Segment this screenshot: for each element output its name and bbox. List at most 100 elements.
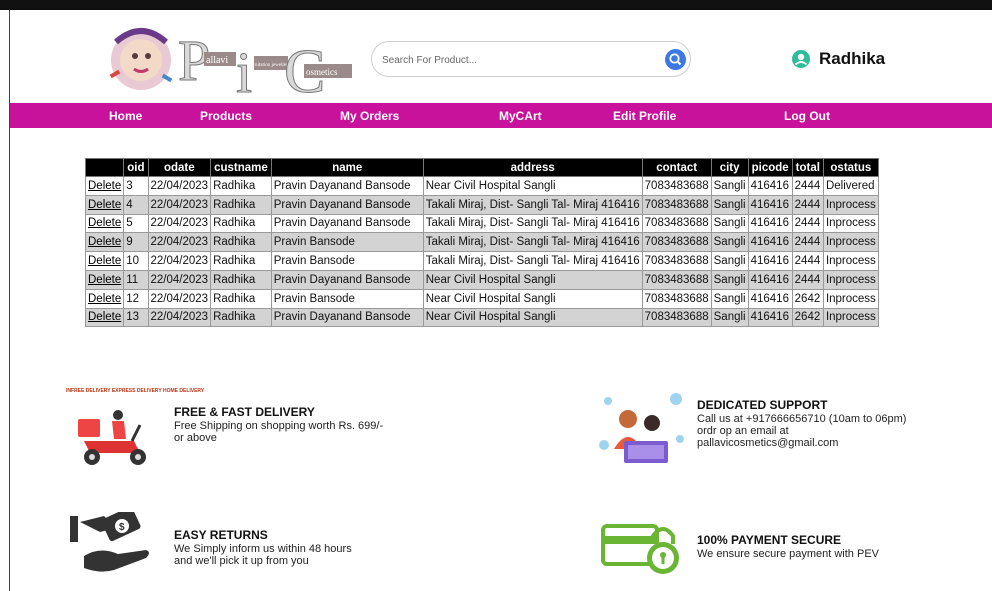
cell-total: 2444 [791,176,824,196]
col-header-custname: custname [210,158,272,177]
cell-city: Sangli [710,213,749,234]
cell-total: 2642 [791,307,824,328]
cell-custname: Radhika [210,269,272,290]
delete-link[interactable]: Delete [88,293,121,305]
cell-city: Sangli [710,269,749,290]
cell-action: Delete [84,194,125,215]
cell-city: Sangli [710,176,749,196]
cell-picode: 416416 [747,307,793,328]
cell-address: Near Civil Hospital Sangli [422,176,643,196]
cell-ostatus: Inprocess [822,232,879,253]
cell-action: Delete [84,176,125,196]
search-bar[interactable] [371,41,691,77]
cell-odate: 22/04/2023 [147,307,212,328]
table-row: Delete 10 22/04/2023 Radhika Pravin Bansode T… [84,251,879,271]
delete-link[interactable]: Delete [88,180,121,192]
col-header-contact: contact [641,158,712,177]
logo-word-allavi: allavi [206,55,228,66]
cell-total: 2642 [791,288,824,309]
logo-word-cosmetics: osmetics [306,67,338,77]
nav-my-orders[interactable]: My Orders [340,109,399,123]
col-header-ostatus: ostatus [822,158,879,177]
cell-total: 2444 [791,194,824,215]
cell-custname: Radhika [210,213,272,234]
money-return-icon: $ [70,512,149,572]
col-header-name: name [270,158,424,177]
cell-contact: 7083483688 [641,176,712,196]
nav-home[interactable]: Home [109,109,142,123]
cell-custname: Radhika [210,232,272,253]
support-agents-icon [599,393,684,463]
cell-oid: 3 [123,176,149,196]
support-text: Call us at +917666656710 (10am to 06pm) … [697,413,907,449]
nav-products[interactable]: Products [200,109,252,123]
cell-odate: 22/04/2023 [147,176,212,196]
cell-name: Pravin Bansode [270,288,424,309]
col-header-total: total [791,158,824,177]
search-button[interactable] [665,49,686,70]
col-header-odate: odate [147,158,212,177]
cell-ostatus: Inprocess [822,213,879,234]
orders-table: oid odate custname name address contact … [84,158,879,328]
returns-text: We Simply inform us within 48 hours and … [174,543,352,567]
cell-total: 2444 [791,251,824,271]
cell-contact: 7083483688 [641,307,712,328]
cell-total: 2444 [791,213,824,234]
user-icon [792,50,810,68]
logo-graphic: P allavi i nitation jewellery C osmetics [109,28,352,107]
cell-contact: 7083483688 [641,288,712,309]
payment-text: We ensure secure payment with PEV [697,548,879,560]
delivery-title: FREE & FAST DELIVERY [174,405,315,419]
col-header-address: address [422,158,643,177]
col-header-city: city [710,158,749,177]
search-input[interactable] [382,50,652,70]
cell-picode: 416416 [747,213,793,234]
cell-action: Delete [84,307,125,328]
cell-picode: 416416 [747,176,793,196]
delete-link[interactable]: Delete [88,274,121,286]
payment-title: 100% PAYMENT SECURE [697,533,842,547]
cell-ostatus: Inprocess [822,251,879,271]
delete-link[interactable]: Delete [88,255,121,267]
cell-ostatus: Delivered [822,176,879,196]
cell-address: Takali Miraj, Dist- Sangli Tal- Miraj 41… [422,251,643,271]
delete-link[interactable]: Delete [88,199,121,211]
cell-oid: 13 [123,307,149,328]
cell-name: Pravin Dayanand Bansode [270,269,424,290]
user-profile[interactable]: Radhika [791,47,885,71]
cell-odate: 22/04/2023 [147,213,212,234]
cell-city: Sangli [710,194,749,215]
cell-action: Delete [84,232,125,253]
nav-my-cart[interactable]: MyCArt [499,109,542,123]
cell-picode: 416416 [747,269,793,290]
table-row: Delete 11 22/04/2023 Radhika Pravin Dayanand… [84,269,879,290]
cell-total: 2444 [791,232,824,253]
cell-name: Pravin Dayanand Bansode [270,194,424,215]
delivery-tag-free: INFREE DELIVERY [66,388,111,394]
nav-edit-profile[interactable]: Edit Profile [613,109,676,123]
delete-link[interactable]: Delete [88,311,121,323]
cell-action: Delete [84,269,125,290]
cell-address: Takali Miraj, Dist- Sangli Tal- Miraj 41… [422,194,643,215]
cell-name: Pravin Dayanand Bansode [270,176,424,196]
search-icon [669,53,682,66]
cell-action: Delete [84,213,125,234]
cell-custname: Radhika [210,176,272,196]
table-row: Delete 12 22/04/2023 Radhika Pravin Bansode N… [84,288,879,309]
delete-link[interactable]: Delete [88,236,121,248]
delivery-scooter-icon [78,410,146,465]
secure-payment-lock-icon [601,524,679,574]
cell-address: Near Civil Hospital Sangli [422,288,643,309]
cell-custname: Radhika [210,251,272,271]
cell-name: Pravin Bansode [270,251,424,271]
site-logo[interactable]: P allavi i nitation jewellery C osmetics [108,22,358,107]
cell-odate: 22/04/2023 [147,269,212,290]
cell-name: Pravin Bansode [270,232,424,253]
nav-log-out[interactable]: Log Out [784,109,830,123]
cell-oid: 10 [123,251,149,271]
cell-contact: 7083483688 [641,269,712,290]
delete-link[interactable]: Delete [88,217,121,229]
cell-contact: 7083483688 [641,232,712,253]
cell-name: Pravin Dayanand Bansode [270,213,424,234]
delivery-tag-express: EXPRESS DELIVERY [111,388,162,394]
